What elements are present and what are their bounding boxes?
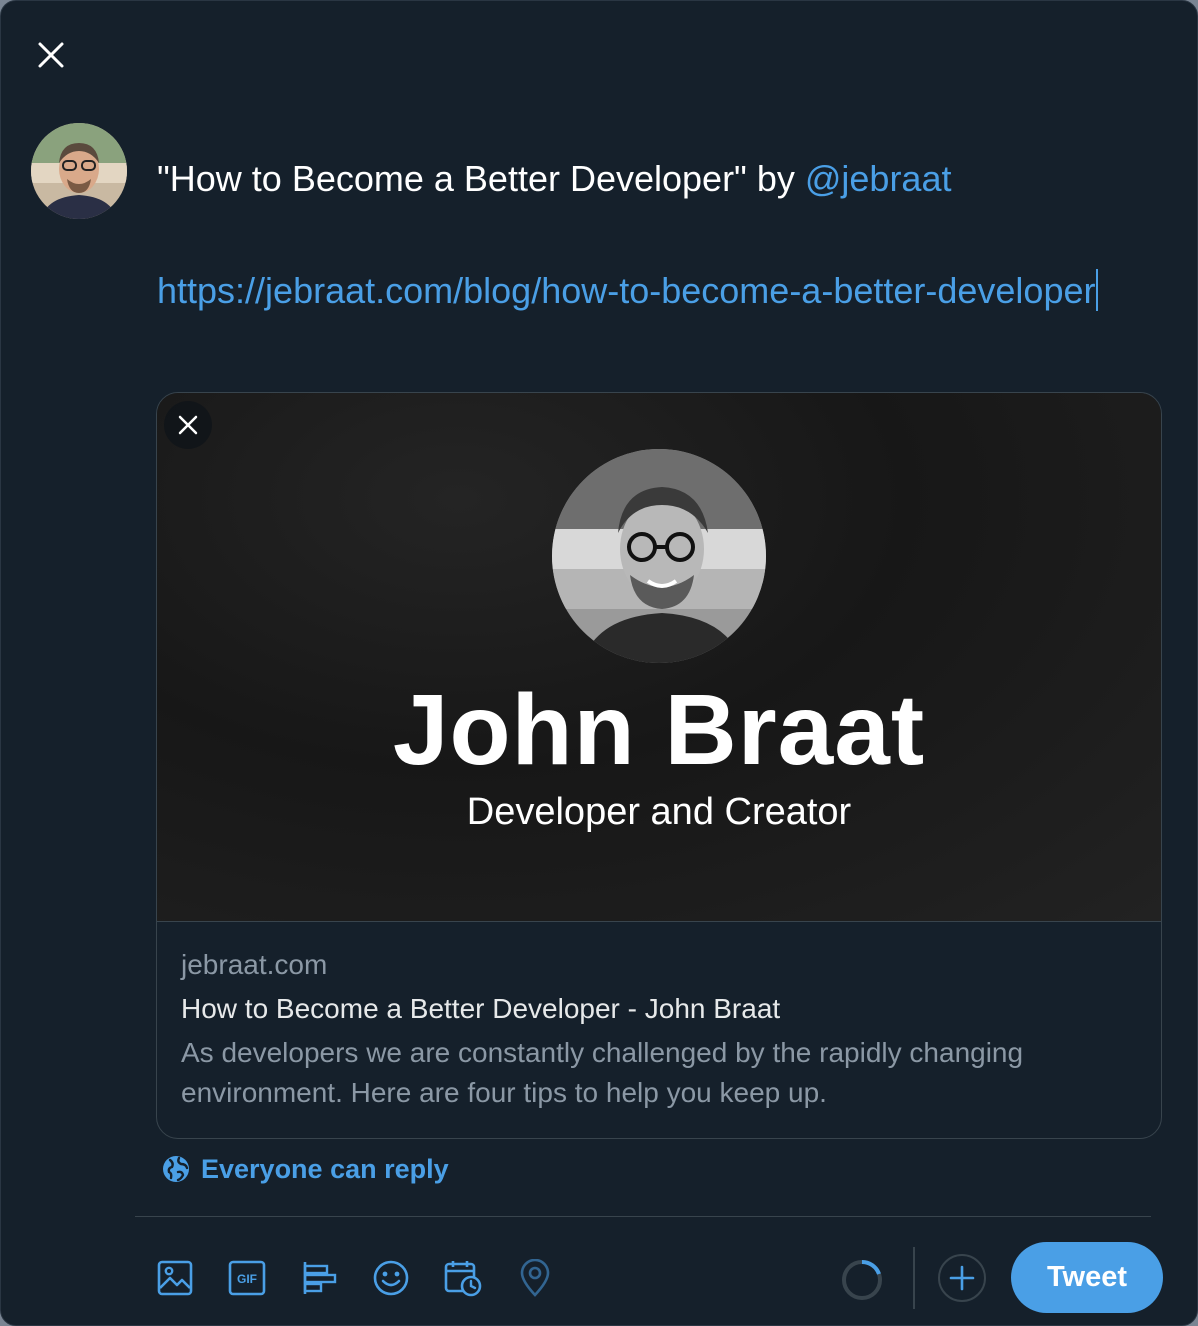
compose-textarea[interactable]: "How to Become a Better Developer" by @j… (157, 155, 1117, 315)
remove-card-button[interactable] (164, 401, 212, 449)
location-icon (520, 1259, 550, 1297)
card-domain: jebraat.com (181, 949, 328, 980)
tweet-button[interactable]: Tweet (1011, 1242, 1163, 1313)
card-title: How to Become a Better Developer - John … (181, 993, 781, 1024)
url-link[interactable]: https://jebraat.com/blog/how-to-become-a… (157, 270, 1095, 311)
character-count-progress (841, 1259, 883, 1301)
add-tweet-button[interactable] (938, 1254, 986, 1302)
reply-setting-button[interactable]: Everyone can reply (161, 1151, 449, 1187)
toolbar-separator (913, 1247, 915, 1309)
add-emoji-button[interactable] (368, 1255, 414, 1301)
location-button[interactable] (512, 1255, 558, 1301)
toolbar-divider (135, 1216, 1151, 1217)
progress-ring-icon (842, 1259, 882, 1300)
compose-modal: "How to Become a Better Developer" by @j… (0, 0, 1198, 1326)
schedule-button[interactable] (440, 1255, 486, 1301)
gif-icon: GIF (228, 1260, 266, 1296)
user-avatar[interactable] (31, 123, 127, 219)
image-icon (157, 1260, 193, 1296)
globe-icon (163, 1156, 189, 1182)
add-gif-button[interactable]: GIF (224, 1255, 270, 1301)
text-caret (1096, 269, 1099, 311)
card-headline: John Braat (392, 674, 926, 786)
emoji-icon (373, 1260, 409, 1296)
mention-link[interactable]: @jebraat (805, 158, 952, 199)
card-image: John Braat Developer and Creator (157, 393, 1161, 922)
tweet-text-prefix: "How to Become a Better Developer" by (157, 158, 805, 199)
schedule-icon (444, 1261, 482, 1297)
reply-setting-label: Everyone can reply (201, 1153, 449, 1184)
close-icon (178, 415, 198, 435)
plus-icon (949, 1265, 975, 1291)
link-preview-card[interactable]: John Braat Developer and Creator jebraat… (156, 392, 1162, 1139)
close-icon (38, 42, 64, 68)
card-description: As developers we are constantly challeng… (181, 1037, 1024, 1108)
card-profile-photo (552, 449, 766, 663)
add-media-button[interactable] (152, 1255, 198, 1301)
add-poll-button[interactable] (296, 1255, 342, 1301)
poll-icon (303, 1262, 337, 1294)
card-meta: jebraat.com How to Become a Better Devel… (181, 945, 1141, 1113)
card-tagline: Developer and Creator (466, 791, 852, 833)
gif-label: GIF (237, 1272, 257, 1286)
close-modal-button[interactable] (23, 27, 79, 83)
